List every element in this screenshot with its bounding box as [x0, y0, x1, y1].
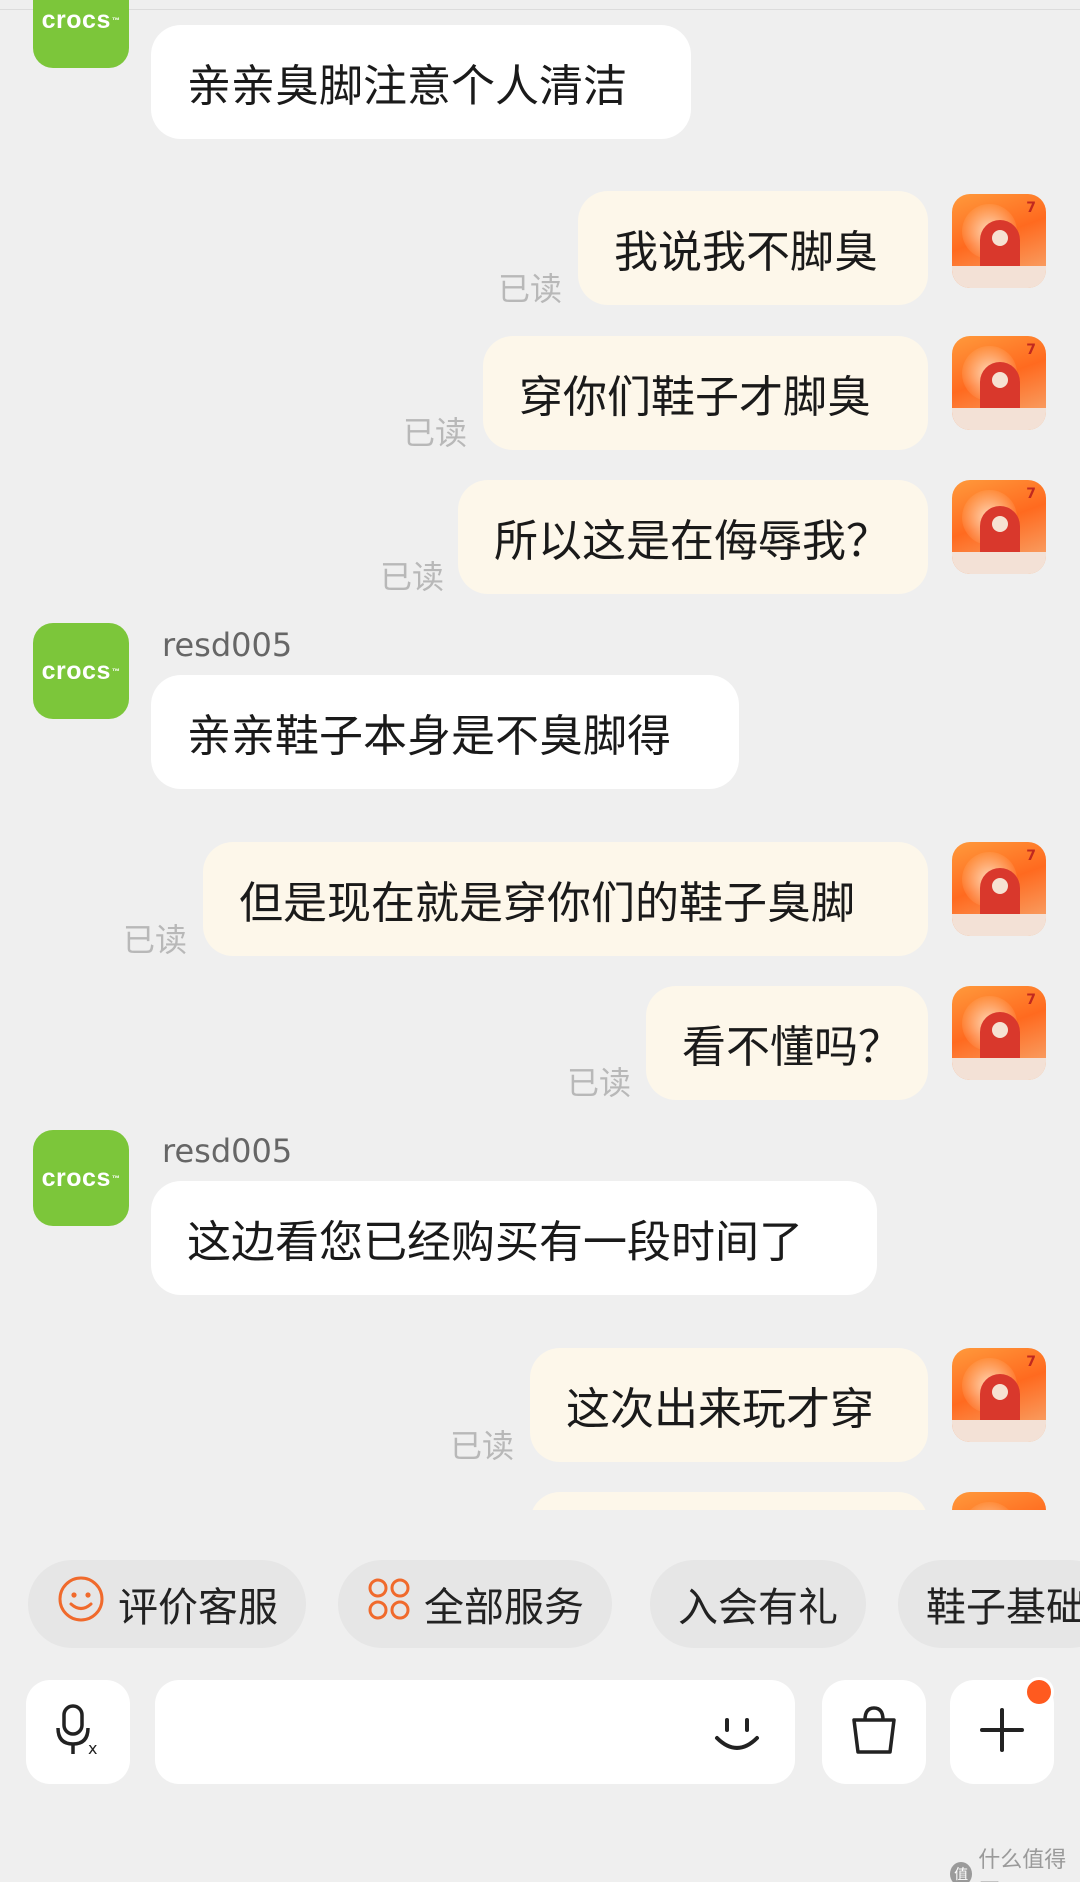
watermark-logo-icon: 值 [950, 1862, 973, 1882]
chip-label: 入会有礼 [678, 1585, 838, 1631]
input-bar: x [0, 1680, 1080, 1784]
notification-dot [1024, 1677, 1054, 1707]
user-avatar[interactable]: 7 [952, 336, 1046, 430]
agent-avatar[interactable]: crocs ™ [33, 0, 129, 68]
avatar-badge-number: 7 [1026, 200, 1036, 216]
message-text: 这边看您已经购买有一段时间了 [187, 1217, 803, 1268]
read-receipt: 已读 [380, 558, 445, 596]
chip-membership-gift[interactable]: 入会有礼 [650, 1560, 866, 1648]
user-avatar[interactable] [952, 1492, 1046, 1510]
user-avatar[interactable]: 7 [952, 194, 1046, 288]
quick-actions-bar: 评价客服 全部服务 入会有礼 鞋子基础 [0, 1560, 1080, 1648]
user-avatar[interactable]: 7 [952, 1348, 1046, 1442]
grid-icon [366, 1576, 412, 1632]
message-text: 看不懂吗？ [682, 1022, 902, 1073]
plus-icon [974, 1702, 1030, 1762]
avatar-badge-number: 7 [1026, 992, 1036, 1008]
shopping-bag-button[interactable] [822, 1680, 926, 1784]
user-avatar[interactable]: 7 [952, 480, 1046, 574]
message-input[interactable] [155, 1680, 675, 1784]
user-avatar[interactable]: 7 [952, 986, 1046, 1080]
crocs-logo-text: crocs [41, 5, 111, 34]
shopping-bag-icon [844, 1700, 904, 1764]
message-bubble[interactable]: 所以这是在侮辱我？ [458, 480, 928, 594]
chip-label: 评价客服 [118, 1585, 278, 1631]
smile-icon [56, 1574, 106, 1634]
message-bubble[interactable]: 但是现在就是穿你们的鞋子臭脚 [203, 842, 928, 956]
chip-label: 鞋子基础 [926, 1585, 1080, 1631]
message-text: 所以这是在侮辱我？ [494, 516, 890, 567]
read-receipt: 已读 [403, 414, 468, 452]
avatar-badge-number: 7 [1026, 486, 1036, 502]
message-text: 亲亲鞋子本身是不臭脚得 [187, 711, 671, 762]
agent-avatar[interactable]: crocs ™ [33, 1130, 129, 1226]
chip-all-services[interactable]: 全部服务 [338, 1560, 612, 1648]
sender-name: resd005 [162, 1132, 293, 1170]
message-list[interactable]: crocs ™ 亲亲臭脚注意个人清洁 7 我说我不脚臭 已读 7 穿你们鞋子才脚臭… [0, 0, 1080, 1510]
avatar-badge-number: 7 [1026, 848, 1036, 864]
microphone-icon: x [48, 1700, 108, 1764]
message-text: 这次出来玩才穿 [566, 1384, 874, 1435]
chat-screen: crocs ™ 亲亲臭脚注意个人清洁 7 我说我不脚臭 已读 7 穿你们鞋子才脚臭… [0, 0, 1080, 1882]
voice-input-button[interactable]: x [26, 1680, 130, 1784]
message-bubble[interactable]: 这边看您已经购买有一段时间了 [151, 1181, 877, 1295]
chip-label: 全部服务 [424, 1585, 584, 1631]
svg-text:x: x [88, 1739, 97, 1758]
message-bubble[interactable]: 这次出来玩才穿 [530, 1348, 928, 1462]
message-bubble[interactable]: 亲亲臭脚注意个人清洁 [151, 25, 691, 139]
message-text: 穿你们鞋子才脚臭 [519, 372, 871, 423]
read-receipt: 已读 [123, 921, 188, 959]
message-text: 我说我不脚臭 [614, 227, 878, 278]
message-input-field[interactable] [155, 1680, 795, 1784]
crocs-logo-text: crocs [41, 656, 111, 685]
read-receipt: 已读 [567, 1064, 632, 1102]
read-receipt: 已读 [450, 1427, 515, 1465]
message-bubble[interactable] [530, 1492, 928, 1510]
agent-avatar[interactable]: crocs ™ [33, 623, 129, 719]
crocs-logo-text: crocs [41, 1163, 111, 1192]
chip-rate-service[interactable]: 评价客服 [28, 1560, 306, 1648]
watermark: 值 什么值得买 [950, 1842, 1080, 1882]
emoji-icon[interactable] [707, 1702, 767, 1766]
message-text: 亲亲臭脚注意个人清洁 [187, 61, 627, 112]
avatar-badge-number: 7 [1026, 1354, 1036, 1370]
message-bubble[interactable]: 亲亲鞋子本身是不臭脚得 [151, 675, 739, 789]
user-avatar[interactable]: 7 [952, 842, 1046, 936]
message-bubble[interactable]: 我说我不脚臭 [578, 191, 928, 305]
read-receipt: 已读 [498, 270, 563, 308]
chip-shoe-basics[interactable]: 鞋子基础 [898, 1560, 1080, 1648]
message-bubble[interactable]: 穿你们鞋子才脚臭 [483, 336, 928, 450]
message-text: 但是现在就是穿你们的鞋子臭脚 [239, 878, 855, 929]
sender-name: resd005 [162, 626, 293, 664]
message-bubble[interactable]: 看不懂吗？ [646, 986, 928, 1100]
watermark-text: 什么值得买 [978, 1848, 1067, 1882]
avatar-badge-number: 7 [1026, 342, 1036, 358]
